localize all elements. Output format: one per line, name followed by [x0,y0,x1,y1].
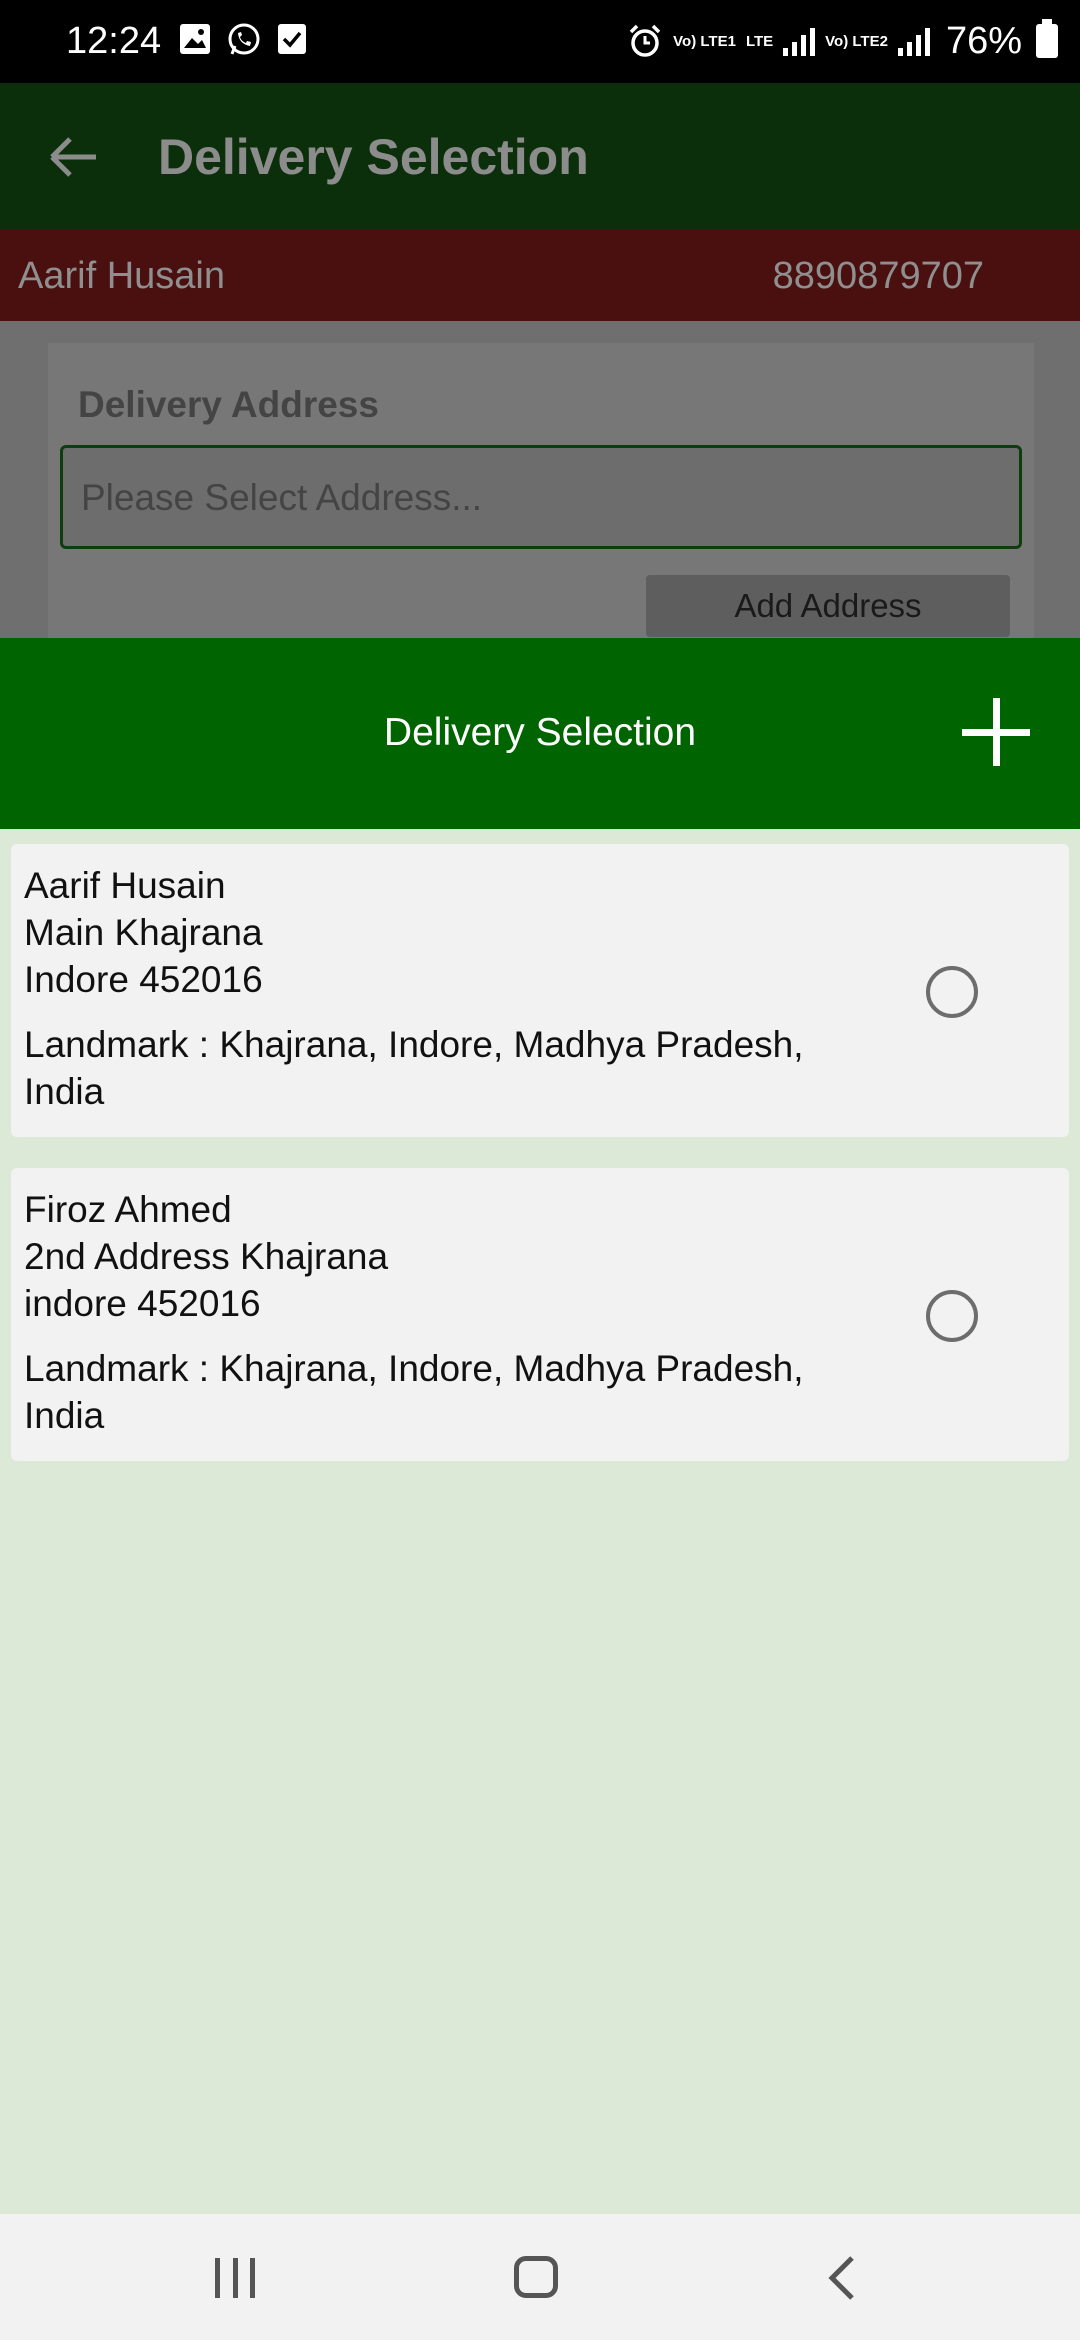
add-address-button[interactable]: Add Address [646,575,1010,637]
delivery-address-card: Delivery Address Please Select Address..… [48,343,1034,643]
address-list-item[interactable]: Firoz Ahmed 2nd Address Khajrana indore … [11,1168,1069,1461]
recents-icon[interactable] [215,2258,255,2298]
address-landmark: Landmark : Khajrana, Indore, Madhya Prad… [24,1348,804,1436]
address-placeholder: Please Select Address... [81,477,483,518]
alarm-icon [629,24,661,57]
address-landmark: Landmark : Khajrana, Indore, Madhya Prad… [24,1024,804,1112]
address-line1: 2nd Address Khajrana [24,1236,389,1277]
home-icon[interactable] [514,2256,558,2298]
status-bar: 12:24 Vo) LTE1 LTE Vo) LTE2 76% [0,0,1080,83]
back-arrow-icon[interactable] [44,127,104,187]
system-nav-bar [0,2214,1080,2340]
dimmed-background: Delivery Address Please Select Address..… [0,321,1080,643]
address-line2: indore 452016 [24,1283,261,1324]
signal-icon-2 [897,26,930,56]
address-radio-button[interactable] [926,1290,978,1342]
signal-icon [783,26,816,56]
address-select-field[interactable]: Please Select Address... [60,445,1022,549]
add-address-plus-icon[interactable] [960,696,1032,768]
address-line1: Main Khajrana [24,912,263,953]
sheet-header: Delivery Selection [0,638,1080,829]
address-list-item[interactable]: Aarif Husain Main Khajrana Indore 452016… [11,844,1069,1137]
delivery-address-label: Delivery Address [78,384,379,425]
address-name: Aarif Husain [24,865,226,906]
customer-info-bar: Aarif Husain 8890879707 [0,230,1080,321]
network-lte-label: LTE [745,32,774,50]
customer-name: Aarif Husain [18,255,225,297]
address-radio-button[interactable] [926,966,978,1018]
notification-icons [178,22,308,58]
checkbox-icon [278,24,306,54]
status-time: 12:24 [66,20,162,62]
sheet-title: Delivery Selection [383,711,697,754]
network-sim1-label: Vo) LTE1 [673,32,736,50]
gallery-icon [180,24,210,54]
whatsapp-icon [228,23,260,55]
network-sim2-label: Vo) LTE2 [825,32,888,50]
address-text: Firoz Ahmed 2nd Address Khajrana indore … [24,1186,884,1439]
address-line2: Indore 452016 [24,959,263,1000]
page-title: Delivery Selection [158,129,589,185]
battery-percent: 76% [945,20,1022,62]
nav-back-icon[interactable] [820,2254,864,2302]
app-bar: Delivery Selection [0,83,1080,230]
address-name: Firoz Ahmed [24,1189,232,1230]
customer-phone: 8890879707 [772,255,984,297]
status-indicators: Vo) LTE1 LTE Vo) LTE2 76% [627,18,1058,64]
battery-icon [1036,19,1058,58]
address-text: Aarif Husain Main Khajrana Indore 452016… [24,862,884,1115]
